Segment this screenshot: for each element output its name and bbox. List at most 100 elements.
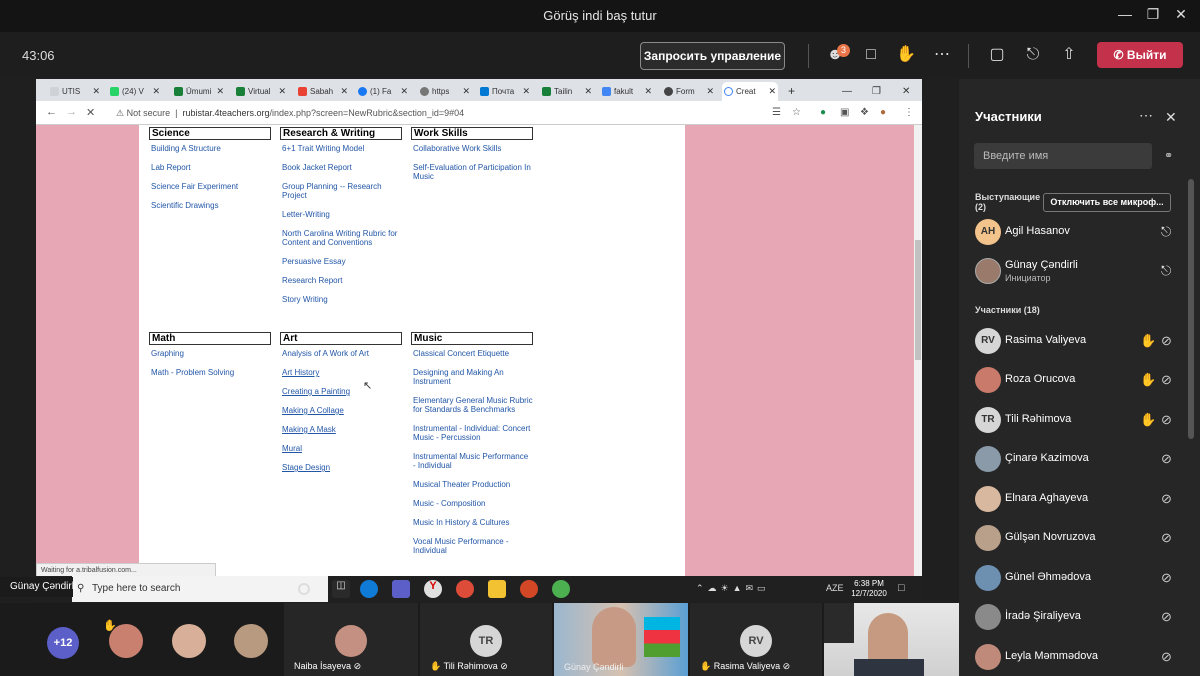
rubric-link[interactable]: Instrumental - Individual: Concert Music…: [413, 424, 533, 442]
rubric-link[interactable]: Math - Problem Solving: [151, 368, 271, 377]
tab-close-icon[interactable]: ✕: [768, 82, 776, 101]
participant-row[interactable]: Elnara Aghayeva ⊘: [975, 482, 1195, 516]
video-tile-camera[interactable]: [824, 603, 959, 676]
tab-close-icon[interactable]: ✕: [152, 82, 160, 101]
rubric-link[interactable]: Letter-Writing: [282, 210, 402, 219]
rubric-link[interactable]: Vocal Music Performance - Individual: [413, 537, 533, 555]
participant-search-input[interactable]: Введите имя: [974, 143, 1152, 169]
yandex-icon[interactable]: Y: [424, 580, 442, 598]
language-indicator[interactable]: AZE: [826, 583, 844, 593]
participant-row[interactable]: İradə Şiraliyeva ⊘: [975, 600, 1195, 634]
rubric-link[interactable]: Scientific Drawings: [151, 201, 271, 210]
camera-icon[interactable]: ▢: [986, 44, 1008, 66]
browser-tab[interactable]: Virtual ✕: [234, 82, 288, 101]
powerpoint-icon[interactable]: [520, 580, 538, 598]
taskbar-search-input[interactable]: ⚲ Type here to search: [72, 576, 328, 602]
page-scrollbar[interactable]: [914, 125, 922, 579]
participant-row[interactable]: Gülşən Novruzova ⊘: [975, 521, 1195, 555]
attendees-group-label[interactable]: Участники (18): [975, 305, 1040, 315]
participant-row[interactable]: Leyla Məmmədova ⊘: [975, 640, 1195, 674]
rubric-link[interactable]: Instrumental Music Performance - Individ…: [413, 452, 533, 470]
rubric-link[interactable]: Classical Concert Etiquette: [413, 349, 533, 358]
rubric-link[interactable]: Mural: [282, 444, 402, 453]
participant-row[interactable]: Roza Orucova ✋ ⊘: [975, 363, 1195, 397]
rubric-link[interactable]: Graphing: [151, 349, 271, 358]
browser-tab[interactable]: https ✕: [418, 82, 472, 101]
close-panel-icon[interactable]: ✕: [1165, 109, 1177, 126]
tab-close-icon[interactable]: ✕: [462, 82, 470, 101]
tab-close-icon[interactable]: ✕: [92, 82, 100, 101]
browser-menu-icon[interactable]: ⋮: [904, 107, 914, 118]
rubric-link[interactable]: Musical Theater Production: [413, 480, 533, 489]
browser-tab[interactable]: (24) V ✕: [108, 82, 162, 101]
rubric-link[interactable]: Persuasive Essay: [282, 257, 402, 266]
tab-close-icon[interactable]: ✕: [340, 82, 348, 101]
leave-button[interactable]: ✆ Выйти: [1097, 42, 1183, 68]
video-tile[interactable]: RV ✋ Rasima Valiyeva ⊘: [690, 603, 822, 676]
back-icon[interactable]: ←: [46, 106, 57, 118]
video-tile-camera[interactable]: Günay Çəndirli: [554, 603, 688, 676]
rubric-link[interactable]: Designing and Making An Instrument: [413, 368, 533, 386]
taskbar-clock[interactable]: 6:38 PM 12/7/2020: [844, 579, 894, 599]
rubric-link[interactable]: Music - Composition: [413, 499, 533, 508]
rubric-link[interactable]: Stage Design: [282, 463, 402, 472]
browser-tab[interactable]: Sabah ✕: [296, 82, 350, 101]
rubric-link[interactable]: Elementary General Music Rubric for Stan…: [413, 396, 533, 414]
browser-tab[interactable]: Form ✕: [662, 82, 716, 101]
stop-loading-icon[interactable]: ✕: [86, 106, 95, 119]
rubric-link[interactable]: Group Planning -- Research Project: [282, 182, 402, 200]
rubric-link[interactable]: Self-Evaluation of Participation In Musi…: [413, 163, 533, 181]
rubric-link[interactable]: Music In History & Cultures: [413, 518, 533, 527]
browser-tab[interactable]: UTIS ✕: [48, 82, 102, 101]
more-participants-button[interactable]: +12: [47, 627, 79, 659]
participant-thumbnail[interactable]: [172, 624, 206, 658]
browser-tab[interactable]: fakult ✕: [600, 82, 654, 101]
participant-row[interactable]: Günay Çəndirli Инициатор ⎋: [975, 254, 1195, 288]
chat-icon[interactable]: □: [860, 44, 882, 66]
rubric-link[interactable]: Art History: [282, 368, 402, 377]
translate-icon[interactable]: ☰: [772, 107, 781, 118]
tab-close-icon[interactable]: ✕: [216, 82, 224, 101]
cortana-icon[interactable]: [298, 583, 310, 595]
rubric-link[interactable]: Making A Mask: [282, 425, 402, 434]
minimize-icon[interactable]: —: [1115, 6, 1135, 22]
extension-icon-2[interactable]: ▣: [840, 107, 849, 118]
browser-tab[interactable]: Почта ✕: [478, 82, 532, 101]
tab-close-icon[interactable]: ✕: [400, 82, 408, 101]
task-view-icon[interactable]: ◫: [332, 580, 350, 598]
rubric-link[interactable]: Lab Report: [151, 163, 271, 172]
mute-all-button[interactable]: Отключить все микроф...: [1043, 193, 1171, 212]
video-tile[interactable]: TR ✋ Tili Rəhimova ⊘: [420, 603, 552, 676]
participant-thumbnail[interactable]: [234, 624, 268, 658]
url-field[interactable]: ⚠ Not secure | rubistar.4teachers.org/in…: [116, 108, 464, 119]
profile-avatar[interactable]: ●: [880, 107, 886, 118]
rubric-link[interactable]: Making A Collage: [282, 406, 402, 415]
raise-hand-icon[interactable]: ✋: [895, 44, 917, 66]
share-invite-icon[interactable]: ⚭: [1164, 149, 1173, 162]
participant-row[interactable]: Günel Əhmədova ⊘: [975, 561, 1195, 595]
rubric-link[interactable]: Analysis of A Work of Art: [282, 349, 402, 358]
chrome-icon[interactable]: [456, 580, 474, 598]
close-icon[interactable]: ✕: [902, 82, 916, 101]
new-tab-icon[interactable]: +: [786, 82, 802, 101]
more-options-icon[interactable]: ⋯: [1139, 107, 1153, 124]
tab-close-icon[interactable]: ✕: [644, 82, 652, 101]
extensions-puzzle-icon[interactable]: ❖: [860, 107, 869, 118]
share-screen-icon[interactable]: ⇧: [1058, 44, 1080, 66]
participant-row[interactable]: Çinarə Kazimova ⊘: [975, 442, 1195, 476]
participant-row[interactable]: RV Rasima Valiyeva ✋ ⊘: [975, 324, 1195, 358]
browser-tab[interactable]: Tailin ✕: [540, 82, 594, 101]
microphone-icon[interactable]: ⎋: [1022, 44, 1044, 66]
notifications-icon[interactable]: □: [898, 582, 905, 594]
bookmark-star-icon[interactable]: ☆: [792, 107, 801, 118]
request-control-button[interactable]: Запросить управление: [640, 42, 785, 70]
rubric-link[interactable]: Creating a Painting: [282, 387, 402, 396]
browser-tab-active[interactable]: Creat ✕: [722, 82, 778, 101]
system-tray-icons[interactable]: ⌃☁☀▲✉▭: [696, 583, 770, 594]
rubric-link[interactable]: Story Writing: [282, 295, 402, 304]
restore-icon[interactable]: ❐: [872, 82, 886, 101]
extension-icon[interactable]: ●: [820, 107, 826, 118]
rubric-link[interactable]: Research Report: [282, 276, 402, 285]
forward-icon[interactable]: →: [66, 106, 77, 118]
rubric-link[interactable]: Building A Structure: [151, 144, 271, 153]
